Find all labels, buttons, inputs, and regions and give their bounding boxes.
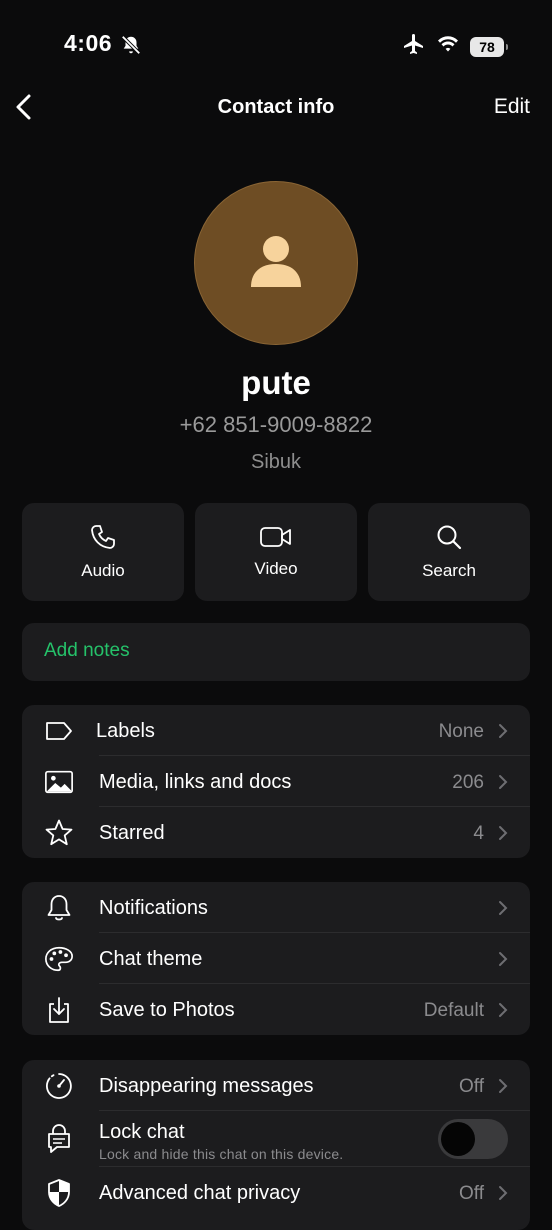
chevron-right-icon [499,724,508,738]
wifi-icon [436,34,460,59]
media-group: Labels None Media, links and docs 206 St… [22,705,530,858]
battery-indicator: 78 [470,36,508,57]
star-icon [44,819,74,847]
search-label: Search [422,561,476,580]
contact-status: Sibuk [250,451,302,473]
contact-phone[interactable]: +62 851-9009-8822 [0,412,552,438]
palette-icon [44,945,74,973]
avatar[interactable] [194,181,358,345]
video-icon [260,527,291,547]
photo-icon [44,768,74,796]
disappearing-messages-value: Off [459,1076,484,1097]
timer-icon [44,1072,74,1100]
lock-chat-icon [44,1124,74,1153]
starred-value: 4 [473,823,484,844]
bell-icon [44,894,74,922]
advanced-chat-privacy-label: Advanced chat privacy [99,1182,301,1204]
list-item-labels[interactable]: Labels None [22,705,530,756]
chevron-right-icon [499,901,508,915]
bell-muted-icon [120,34,142,61]
shield-icon [44,1179,74,1207]
nav-bar: Contact info Edit [0,86,552,130]
download-icon [44,996,74,1024]
labels-label: Labels [96,720,155,742]
disappearing-messages-label: Disappearing messages [99,1075,314,1097]
add-notes-label: Add notes [44,640,130,661]
settings-group: Notifications Chat theme Save to Photos … [22,882,530,1035]
video-label: Video [254,559,298,578]
save-to-photos-label: Save to Photos [99,999,235,1021]
add-notes-button[interactable]: Add notes [22,623,530,681]
edit-button[interactable]: Edit [494,95,530,119]
starred-label: Starred [99,822,165,844]
chevron-right-icon [499,775,508,789]
status-time: 4:06 [64,30,113,56]
chevron-right-icon [499,1186,508,1200]
chevron-right-icon [499,1079,508,1093]
list-item-starred[interactable]: Starred 4 [22,807,530,858]
list-item-advanced-chat-privacy[interactable]: Advanced chat privacy Off [22,1167,530,1218]
phone-icon [91,525,115,549]
label-tag-icon [44,717,74,745]
notifications-label: Notifications [99,897,208,919]
privacy-group: Disappearing messages Off Lock chat Lock… [22,1060,530,1230]
lock-chat-label: Lock chat [99,1121,185,1143]
person-icon [251,236,301,287]
search-icon [437,525,462,550]
list-item-media[interactable]: Media, links and docs 206 [22,756,530,807]
action-buttons: Audio Video Search [22,503,530,601]
toggle-knob [441,1122,475,1156]
list-item-disappearing-messages[interactable]: Disappearing messages Off [22,1060,530,1111]
media-label: Media, links and docs [99,771,292,793]
labels-value: None [438,721,484,742]
list-item-lock-chat[interactable]: Lock chat Lock and hide this chat on thi… [22,1111,530,1167]
page-title: Contact info [217,96,335,118]
contact-name: pute [241,364,311,401]
list-item-save-to-photos[interactable]: Save to Photos Default [22,984,530,1035]
audio-call-button[interactable]: Audio [22,503,184,601]
status-bar: 4:06 78 [0,0,552,90]
lock-chat-toggle[interactable] [438,1119,508,1159]
media-value: 206 [452,772,484,793]
list-item-notifications[interactable]: Notifications [22,882,530,933]
advanced-chat-privacy-value: Off [459,1183,484,1204]
chevron-right-icon [499,826,508,840]
chat-theme-label: Chat theme [99,948,203,970]
chevron-right-icon [499,1003,508,1017]
search-button[interactable]: Search [368,503,530,601]
video-call-button[interactable]: Video [195,503,357,601]
list-item-chat-theme[interactable]: Chat theme [22,933,530,984]
lock-chat-description: Lock and hide this chat on this device. [99,1146,344,1162]
save-to-photos-value: Default [423,1000,484,1021]
audio-label: Audio [81,561,125,580]
chevron-right-icon [499,952,508,966]
airplane-icon [402,32,426,61]
